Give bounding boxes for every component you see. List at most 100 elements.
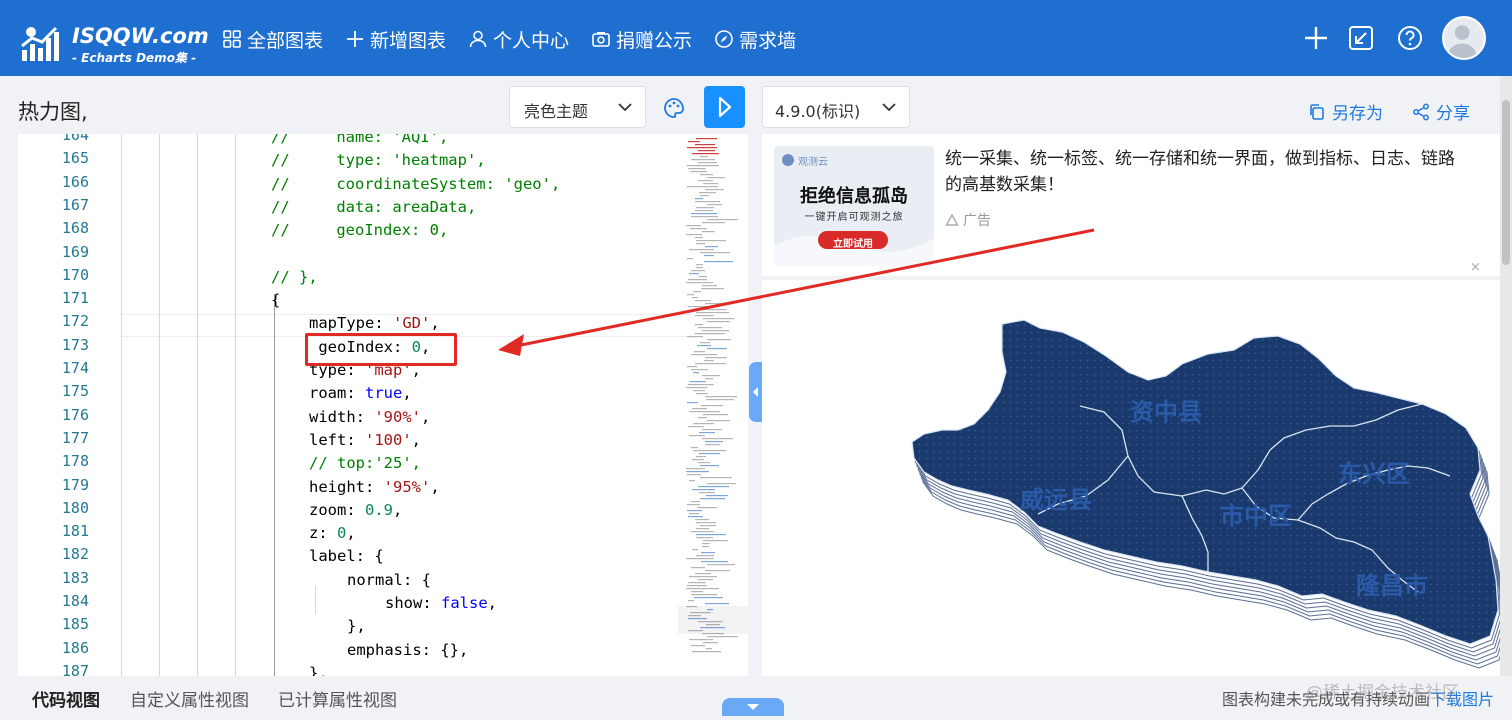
indent-guide-active — [274, 294, 275, 676]
line-number: 182 — [61, 545, 89, 564]
code-line[interactable]: mapType: 'GD', — [309, 312, 440, 335]
line-number: 186 — [61, 638, 89, 657]
version-select-value: 4.9.0(标识) — [775, 102, 861, 121]
chart-preview[interactable]: 资中县 东兴区 威远县 市中区 隆昌市 — [762, 280, 1500, 676]
minimap-line — [700, 156, 708, 158]
run-button[interactable] — [704, 86, 745, 128]
code-line[interactable]: normal: { — [347, 569, 431, 592]
minimap-line — [702, 330, 729, 332]
code-line[interactable]: width: '90%', — [309, 406, 430, 429]
page-title: 热力图, — [18, 100, 88, 124]
code-token: , — [346, 524, 356, 543]
bottom-panel-handle[interactable] — [722, 698, 784, 716]
code-line[interactable]: left: '100', — [309, 429, 421, 452]
code-token: mapType: — [309, 314, 393, 333]
minimap-line — [707, 636, 738, 638]
nav-label: 全部图表 — [247, 29, 324, 52]
nav-all-charts[interactable]: 全部图表 — [222, 24, 323, 54]
panel-splitter-handle[interactable] — [749, 362, 762, 422]
save-as-button[interactable]: 另存为 — [1308, 99, 1383, 124]
minimap-line — [707, 204, 722, 206]
code-editor[interactable]: 164 165 166 167 168 169 170 171 172 173 174 175 176 1… — [18, 134, 748, 676]
map-chart[interactable]: 资中县 东兴区 威远县 市中区 隆昌市 — [762, 280, 1500, 676]
exit-fullscreen-icon[interactable] — [1347, 24, 1375, 52]
help-icon[interactable] — [1396, 24, 1424, 52]
code-line[interactable]: // geoIndex: 0, — [271, 219, 448, 242]
minimap-line — [692, 459, 704, 461]
nav-label: 捐赠公示 — [616, 29, 693, 52]
code-lines[interactable]: // name: 'AQI', // type: 'heatmap', // coo… — [121, 134, 691, 676]
code-line[interactable]: // name: 'AQI', — [271, 134, 448, 149]
code-token: emphasis: {}, — [347, 640, 469, 659]
ad-text[interactable]: 统一采集、统一标签、统一存储和统一界面，做到指标、日志、链路的高基数采集！ — [945, 146, 1465, 198]
line-number: 178 — [61, 452, 89, 471]
tab-custom-props-view[interactable]: 自定义属性视图 — [116, 676, 263, 716]
nav-requests[interactable]: 需求墙 — [714, 24, 796, 54]
minimap-line — [692, 153, 719, 155]
minimap-line — [691, 645, 705, 647]
minimap-slider[interactable] — [678, 606, 748, 634]
ad-label: 广告 — [945, 210, 991, 230]
code-token: // data: areaData, — [271, 197, 477, 216]
code-token: // }, — [271, 267, 318, 286]
code-line[interactable]: zoom: 0.9, — [309, 499, 402, 522]
code-line[interactable]: // top:'25', — [309, 452, 421, 475]
nav-profile[interactable]: 个人中心 — [468, 24, 569, 54]
tab-computed-props-view[interactable]: 已计算属性视图 — [264, 676, 411, 716]
nav-donations[interactable]: 捐赠公示 — [591, 24, 692, 54]
code-line[interactable]: { — [271, 289, 280, 312]
minimap-line — [705, 189, 724, 191]
minimap-line — [691, 213, 717, 215]
minimap-line — [700, 498, 725, 500]
code-token: roam: — [309, 384, 365, 403]
minimap-line — [702, 429, 722, 431]
theme-select[interactable]: 亮色主题 — [509, 86, 646, 128]
ad-banner[interactable]: 观测云 拒绝信息孤岛 一键开启可观测之旅 立即试用 统一采集、统一标签、统一存储… — [762, 134, 1512, 276]
editor-minimap[interactable] — [678, 134, 748, 676]
page-scrollbar[interactable] — [1500, 76, 1512, 676]
code-line[interactable]: // coordinateSystem: 'geo', — [271, 173, 560, 196]
minimap-line — [697, 507, 717, 509]
code-line[interactable]: height: '95%', — [309, 476, 440, 499]
nav-label: 个人中心 — [493, 29, 570, 52]
code-line[interactable]: // type: 'heatmap', — [271, 149, 486, 172]
nav-new-chart[interactable]: 新增图表 — [345, 24, 446, 54]
code-line[interactable]: z: 0, — [309, 522, 356, 545]
code-line[interactable]: // data: areaData, — [271, 196, 476, 219]
code-line[interactable]: }, — [309, 662, 328, 676]
code-line[interactable]: roam: true, — [309, 382, 412, 405]
add-icon[interactable] — [1302, 24, 1330, 52]
scrollbar-thumb[interactable] — [1502, 100, 1510, 265]
code-line[interactable]: emphasis: {}, — [347, 639, 468, 662]
minimap-line — [691, 270, 705, 272]
app-root: ISQQW.com - Echarts Demo集 - 全部图表 新增图表 个人… — [0, 0, 1512, 720]
version-select[interactable]: 4.9.0(标识) — [762, 86, 910, 128]
chevron-down-icon — [882, 103, 896, 112]
indent-guide — [235, 134, 236, 676]
ad-close-button[interactable]: × — [1470, 260, 1481, 275]
minimap-line — [688, 306, 719, 308]
line-number: 164 — [61, 134, 89, 144]
minimap-line — [687, 294, 694, 296]
avatar-icon — [1447, 25, 1477, 58]
indent-guide — [159, 134, 160, 676]
minimap-line — [696, 264, 703, 266]
code-token: height: — [309, 477, 384, 496]
tab-code-view[interactable]: 代码视图 — [18, 676, 114, 716]
palette-icon[interactable] — [662, 96, 686, 120]
line-number: 168 — [61, 219, 89, 238]
minimap-line — [704, 261, 733, 263]
code-line[interactable]: // }, — [271, 266, 318, 289]
brand-logo[interactable]: ISQQW.com - Echarts Demo集 - — [20, 20, 209, 65]
ad-image[interactable]: 观测云 拒绝信息孤岛 一键开启可观测之旅 立即试用 — [774, 146, 934, 266]
code-line[interactable]: show: false, — [385, 592, 497, 615]
share-button[interactable]: 分享 — [1412, 99, 1470, 124]
minimap-line — [691, 159, 715, 161]
code-line[interactable]: label: { — [309, 545, 384, 568]
minimap-line — [686, 225, 701, 227]
code-token: , — [402, 384, 412, 403]
code-line[interactable]: }, — [347, 615, 366, 638]
user-avatar[interactable] — [1442, 16, 1486, 60]
line-number: 176 — [61, 405, 89, 424]
minimap-line — [702, 375, 720, 377]
